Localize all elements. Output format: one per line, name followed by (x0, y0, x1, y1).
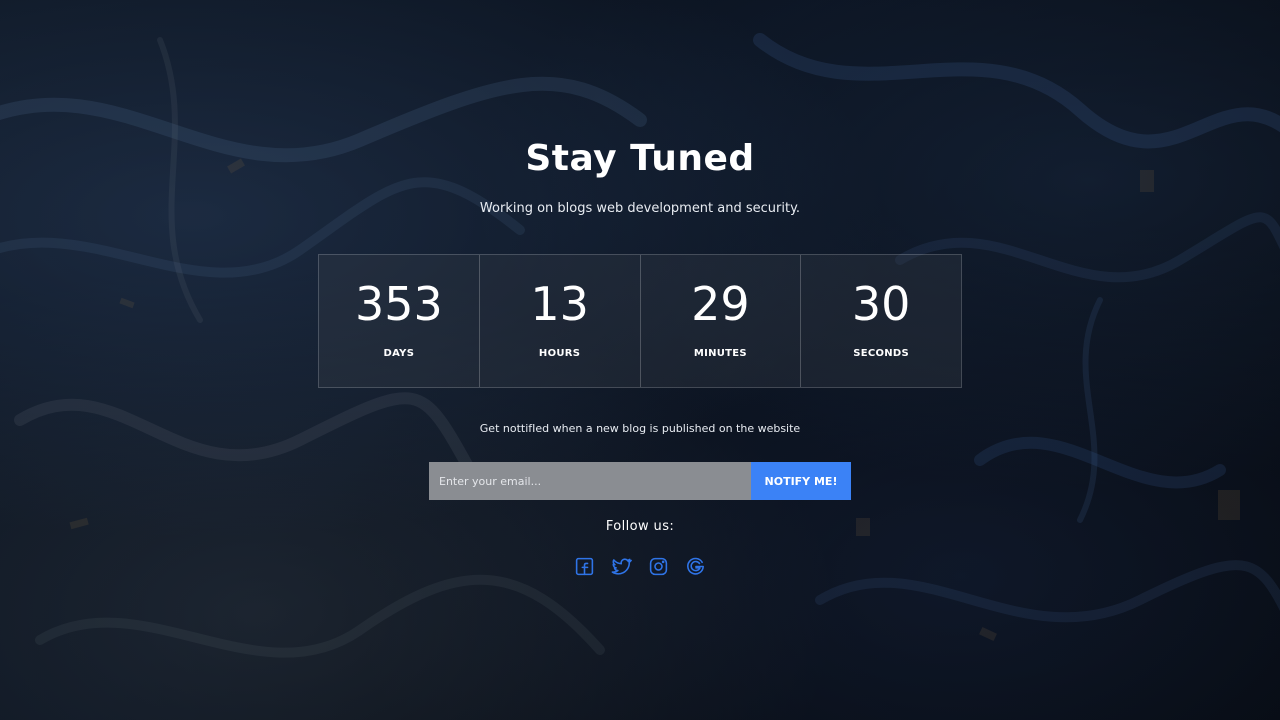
notify-me-button[interactable]: NOTIFY ME! (751, 462, 851, 500)
countdown-hours: 13 HOURS (479, 255, 641, 387)
countdown-timer: 353 DAYS 13 HOURS 29 MINUTES 30 SECONDS (318, 254, 962, 388)
google-icon[interactable] (685, 556, 706, 577)
page-title: Stay Tuned (525, 138, 755, 179)
countdown-days-value: 353 (354, 277, 443, 331)
countdown-hours-value: 13 (530, 277, 589, 331)
email-input[interactable] (429, 462, 751, 500)
coming-soon-page: Stay Tuned Working on blogs web developm… (0, 0, 1280, 720)
countdown-seconds: 30 SECONDS (801, 255, 961, 387)
twitter-icon[interactable] (611, 556, 632, 577)
notify-description: Get nottifIed when a new blog is publish… (479, 422, 801, 435)
countdown-hours-label: HOURS (538, 348, 581, 359)
facebook-icon[interactable] (574, 556, 595, 577)
instagram-icon[interactable] (648, 556, 669, 577)
countdown-minutes: 29 MINUTES (640, 255, 802, 387)
countdown-seconds-value: 30 (851, 277, 911, 331)
follow-us-heading: Follow us: (605, 519, 675, 534)
countdown-days-label: DAYS (383, 348, 415, 359)
countdown-days: 353 DAYS (319, 255, 480, 387)
countdown-minutes-value: 29 (691, 277, 750, 331)
countdown-seconds-label: SECONDS (853, 348, 910, 359)
social-links (574, 556, 706, 578)
subscribe-form: NOTIFY ME! (429, 462, 851, 500)
countdown-minutes-label: MINUTES (693, 348, 747, 359)
page-subtitle: Working on blogs web development and sec… (479, 201, 801, 216)
